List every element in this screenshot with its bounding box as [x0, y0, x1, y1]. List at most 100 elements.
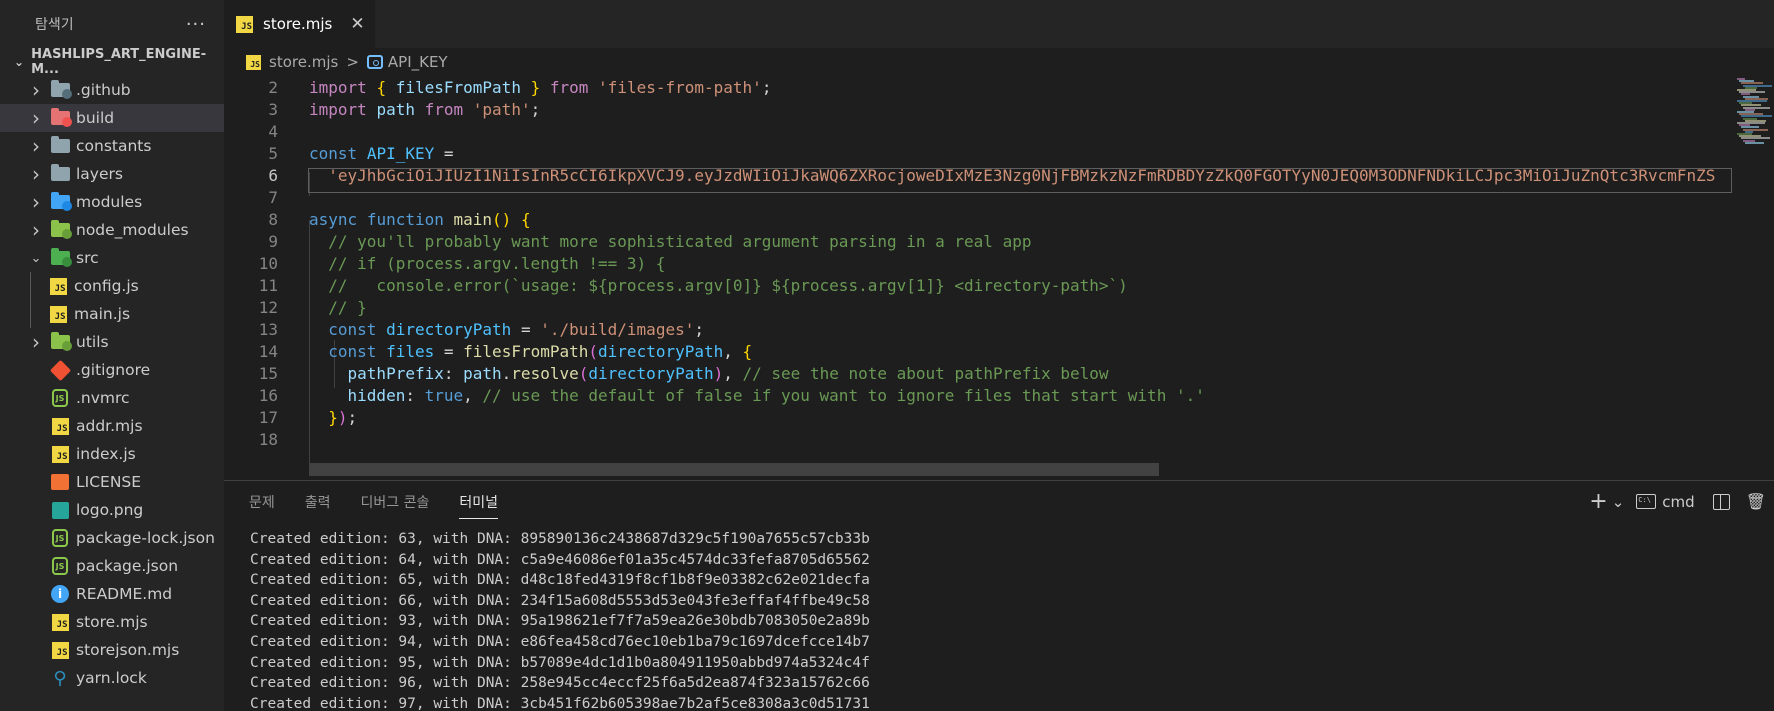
chevron-down-icon: ⌄ — [14, 55, 25, 69]
code-line: 16 hidden: true, // use the default of f… — [258, 386, 1205, 405]
shell-name[interactable]: cmd — [1662, 493, 1694, 511]
trash-icon[interactable]: 🗑 — [1746, 492, 1766, 511]
chevron-right-icon: › — [32, 330, 40, 354]
tree-item-label: store.mjs — [76, 613, 148, 631]
tree-item-label: build — [76, 109, 115, 127]
tree-item[interactable]: JS main.js — [0, 300, 224, 328]
tree-item[interactable]: ·⚲yarn.lock — [0, 664, 224, 692]
javascript-file-icon: JS — [236, 15, 253, 33]
minimap-line — [1745, 141, 1764, 144]
tree-item[interactable]: › .github — [0, 76, 224, 104]
tree-item[interactable]: ·JSstore.mjs — [0, 608, 224, 636]
tab-store-mjs[interactable]: JS store.mjs ✕ — [224, 0, 375, 48]
variable-symbol-icon — [366, 55, 383, 69]
chevron-down-icon[interactable]: ⌄ — [1612, 493, 1625, 511]
tree-item-label: config.js — [74, 277, 139, 295]
info-icon: i — [50, 585, 70, 603]
code-line: 10 // if (process.argv.length !== 3) { — [258, 254, 666, 273]
folder-icon — [50, 108, 72, 127]
terminal-line: Created edition: 94, with DNA: e86fea458… — [250, 633, 870, 650]
breadcrumb-file[interactable]: store.mjs — [269, 53, 338, 71]
explorer-sidebar: 탐색기 ··· ⌄ HASHLIPS_ART_ENGINE-M... › .git… — [0, 0, 224, 711]
code-line-active: 6 'eyJhbGciOiJIUzI1NiIsInR5cCI6IkpXVCJ9.… — [268, 166, 1716, 185]
tree-item[interactable]: JS config.js — [0, 272, 224, 300]
code-line: 14 const files = filesFromPath(directory… — [258, 342, 753, 361]
chevron-right-icon: › — [32, 190, 40, 214]
code-line: 9 // you'll probably want more sophistic… — [268, 232, 1032, 251]
tree-item-label: yarn.lock — [76, 669, 147, 687]
explorer-header: 탐색기 ··· — [0, 0, 224, 48]
tab-output[interactable]: 출력 — [305, 492, 331, 519]
javascript-file-icon: JS — [50, 417, 70, 435]
tree-item-label: logo.png — [76, 501, 144, 519]
explorer-title: 탐색기 — [35, 17, 74, 33]
yarn-icon: ⚲ — [53, 667, 67, 689]
tree-item-label: constants — [76, 137, 152, 155]
tree-item[interactable]: › constants — [0, 132, 224, 160]
tree-item-label: main.js — [74, 305, 131, 323]
root-folder[interactable]: ⌄ HASHLIPS_ART_ENGINE-M... — [0, 47, 224, 77]
javascript-file-icon: JS — [48, 277, 68, 295]
code-line: 13 const directoryPath = './build/images… — [258, 320, 704, 339]
code-line: 17 }); — [258, 408, 358, 427]
code-line: 18 — [258, 430, 278, 449]
git-icon — [49, 359, 71, 381]
tree-item[interactable]: › utils — [0, 328, 224, 356]
close-icon[interactable]: ✕ — [350, 14, 364, 34]
folder-icon — [50, 332, 72, 351]
tree-item[interactable]: › build — [0, 104, 224, 132]
folder-icon — [50, 80, 72, 99]
file-tree: › .github › build › constants › layers › modules ›… — [0, 76, 224, 692]
terminal-output[interactable]: Created edition: 63, with DNA: 895890136… — [250, 529, 870, 711]
code-line: 11 // console.error(`usage: ${process.ar… — [258, 276, 1128, 295]
split-terminal-icon[interactable] — [1712, 493, 1730, 510]
more-actions-icon[interactable]: ··· — [186, 14, 206, 35]
breadcrumb-symbol[interactable]: API_KEY — [388, 53, 448, 71]
tab-debug-console[interactable]: 디버그 콘솔 — [361, 492, 430, 519]
code-line: 2 import { filesFromPath } from 'files-fr… — [268, 78, 772, 97]
breadcrumb: JS store.mjs > API_KEY — [224, 48, 1774, 76]
tree-item[interactable]: ·LICENSE — [0, 468, 224, 496]
code-line: 12 // } — [258, 298, 367, 317]
tree-item[interactable]: › node_modules — [0, 216, 224, 244]
tree-item[interactable]: ·iREADME.md — [0, 580, 224, 608]
code-editor[interactable]: 2 import { filesFromPath } from 'files-fr… — [224, 76, 1774, 480]
code-line: 8 async function main() { — [268, 210, 531, 229]
tree-item[interactable]: › modules — [0, 188, 224, 216]
tab-problems[interactable]: 문제 — [249, 492, 275, 519]
tree-item-label: index.js — [76, 445, 136, 463]
tree-item-label: .gitignore — [76, 361, 151, 379]
nodejs-file-icon: JS — [50, 529, 70, 547]
tree-item-label: utils — [76, 333, 109, 351]
tree-item[interactable]: › layers — [0, 160, 224, 188]
tree-item[interactable]: ·JSindex.js — [0, 440, 224, 468]
horizontal-scrollbar[interactable] — [309, 463, 1159, 476]
tree-item-label: package.json — [76, 557, 179, 575]
code-line: 4 — [268, 122, 278, 141]
tree-item[interactable]: ·.gitignore — [0, 356, 224, 384]
minimap[interactable] — [1737, 76, 1772, 480]
chevron-down-icon: ⌄ — [30, 250, 42, 266]
root-folder-label: HASHLIPS_ART_ENGINE-M... — [31, 47, 207, 77]
tree-item[interactable]: ·logo.png — [0, 496, 224, 524]
tree-item-label: modules — [76, 193, 143, 211]
breadcrumb-separator: > — [346, 53, 359, 71]
new-terminal-icon[interactable]: + — [1589, 489, 1607, 514]
tree-item-label: addr.mjs — [76, 417, 143, 435]
terminal-line: Created edition: 97, with DNA: 3cb451f62… — [250, 695, 870, 711]
tree-item[interactable]: ·JSpackage-lock.json — [0, 524, 224, 552]
javascript-file-icon: JS — [48, 305, 68, 323]
tab-terminal[interactable]: 터미널 — [459, 492, 499, 519]
tree-item-label: .nvmrc — [76, 389, 130, 407]
tree-item[interactable]: ⌄ src — [0, 244, 224, 272]
tree-item[interactable]: ·JSaddr.mjs — [0, 412, 224, 440]
folder-icon — [50, 136, 70, 155]
tree-item[interactable]: ·JS.nvmrc — [0, 384, 224, 412]
chevron-right-icon: › — [32, 106, 40, 130]
tree-item[interactable]: ·JSpackage.json — [0, 552, 224, 580]
chevron-right-icon: › — [32, 218, 40, 242]
license-icon — [50, 474, 70, 491]
code-line: 3 import path from 'path'; — [268, 100, 541, 119]
tree-item[interactable]: ·JSstorejson.mjs — [0, 636, 224, 664]
code-line: 15 pathPrefix: path.resolve(directoryPat… — [258, 364, 1109, 383]
